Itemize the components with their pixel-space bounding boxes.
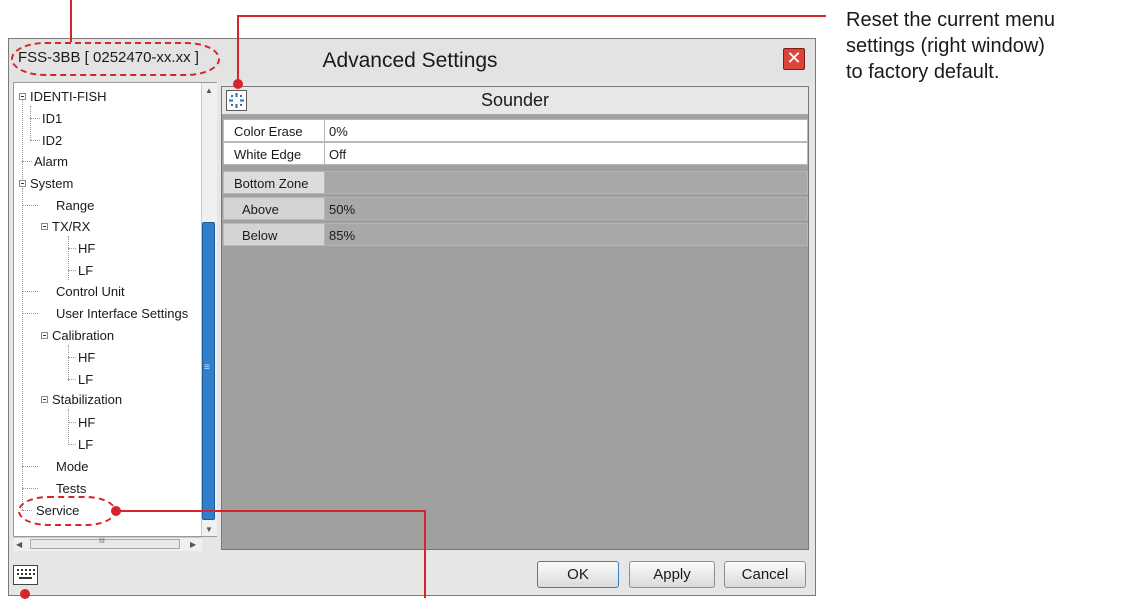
scroll-up-icon[interactable]: ▲ xyxy=(205,86,213,95)
callout-line xyxy=(237,15,826,17)
tree-connector xyxy=(22,188,23,510)
collapse-icon[interactable] xyxy=(41,223,48,230)
tree-connector xyxy=(68,409,69,445)
callout-line xyxy=(70,0,72,42)
tree-connector xyxy=(68,444,76,445)
cancel-button[interactable]: Cancel xyxy=(724,561,806,588)
tree-connector xyxy=(68,236,69,280)
tree-connector xyxy=(68,422,76,423)
tree-item-alarm[interactable]: Alarm xyxy=(34,154,68,169)
row-label-below: Below xyxy=(223,223,325,246)
tree-connector xyxy=(22,97,23,187)
row-label-above: Above xyxy=(223,197,325,220)
close-icon: ✕ xyxy=(786,48,802,68)
tree-connector xyxy=(22,291,38,292)
annotation-note: Reset the current menu settings (right w… xyxy=(846,7,1055,85)
tree-item-txrx-hf[interactable]: HF xyxy=(78,241,95,256)
scroll-left-icon[interactable]: ◀ xyxy=(16,540,22,549)
annotation-line-3: to factory default. xyxy=(846,61,1000,83)
tree-connector xyxy=(22,161,32,162)
tree-item-calibration[interactable]: Calibration xyxy=(52,328,114,343)
tree-item-identi-fish[interactable]: IDENTI-FISH xyxy=(30,89,107,104)
collapse-icon[interactable] xyxy=(41,396,48,403)
tree-item-stabilization[interactable]: Stabilization xyxy=(52,392,122,407)
annotation-line-2: settings (right window) xyxy=(846,35,1045,57)
callout-line xyxy=(116,510,426,512)
apply-button[interactable]: Apply xyxy=(629,561,715,588)
model-label-highlight xyxy=(11,42,220,76)
tree-connector xyxy=(68,248,76,249)
row-value-white-edge[interactable]: Off xyxy=(324,142,808,165)
tree-connector xyxy=(68,345,69,381)
row-label-white-edge: White Edge xyxy=(223,142,325,165)
collapse-icon[interactable] xyxy=(41,332,48,339)
reset-icon xyxy=(229,93,244,108)
scroll-down-icon[interactable]: ▼ xyxy=(205,525,213,534)
tree-item-stabilization-lf[interactable]: LF xyxy=(78,437,93,452)
row-value-below[interactable]: 85% xyxy=(324,223,808,246)
tree-connector xyxy=(68,357,76,358)
tree-connector xyxy=(30,118,40,119)
callout-line xyxy=(424,510,426,598)
tree-item-user-interface-settings[interactable]: User Interface Settings xyxy=(56,306,188,321)
collapse-icon[interactable] xyxy=(19,180,26,187)
row-value-bottom-zone xyxy=(324,171,808,194)
tree-item-tests[interactable]: Tests xyxy=(56,481,86,496)
tree-item-id1[interactable]: ID1 xyxy=(42,111,62,126)
tree-connector xyxy=(68,270,76,271)
tree-item-calibration-hf[interactable]: HF xyxy=(78,350,95,365)
reset-button[interactable] xyxy=(226,90,247,111)
row-label-bottom-zone: Bottom Zone xyxy=(223,171,325,194)
annotation-line-1: Reset the current menu xyxy=(846,9,1055,31)
tree-connector xyxy=(22,466,38,467)
tree-item-control-unit[interactable]: Control Unit xyxy=(56,284,125,299)
callout-line xyxy=(237,15,239,83)
grip-icon: ≡ xyxy=(204,362,210,373)
hgrip-icon: III xyxy=(99,538,105,545)
tree-item-stabilization-hf[interactable]: HF xyxy=(78,415,95,430)
tree-connector xyxy=(22,313,38,314)
panel-title: Sounder xyxy=(480,90,550,110)
tree-item-mode[interactable]: Mode xyxy=(56,459,89,474)
service-highlight xyxy=(18,496,116,526)
close-button[interactable]: ✕ xyxy=(783,48,805,70)
horizontal-scroll-thumb[interactable] xyxy=(30,539,180,549)
tree-connector xyxy=(22,205,38,206)
row-value-above[interactable]: 50% xyxy=(324,197,808,220)
scroll-right-icon[interactable]: ▶ xyxy=(190,540,196,549)
tree-item-range[interactable]: Range xyxy=(56,198,94,213)
tree-item-calibration-lf[interactable]: LF xyxy=(78,372,93,387)
tree-item-txrx[interactable]: TX/RX xyxy=(52,219,90,234)
ok-button[interactable]: OK xyxy=(537,561,619,588)
tree-item-txrx-lf[interactable]: LF xyxy=(78,263,93,278)
tree-connector xyxy=(68,379,76,380)
keyboard-icon xyxy=(17,569,35,579)
row-label-color-erase: Color Erase xyxy=(223,119,325,142)
tree-item-system[interactable]: System xyxy=(30,176,73,191)
collapse-icon[interactable] xyxy=(19,93,26,100)
tree-item-id2[interactable]: ID2 xyxy=(42,133,62,148)
keyboard-button[interactable] xyxy=(13,565,38,585)
tree-connector xyxy=(30,140,40,141)
tree-connector xyxy=(30,106,31,140)
row-value-color-erase[interactable]: 0% xyxy=(324,119,808,142)
tree-connector xyxy=(22,488,38,489)
window-title: Advanced Settings xyxy=(322,49,498,72)
